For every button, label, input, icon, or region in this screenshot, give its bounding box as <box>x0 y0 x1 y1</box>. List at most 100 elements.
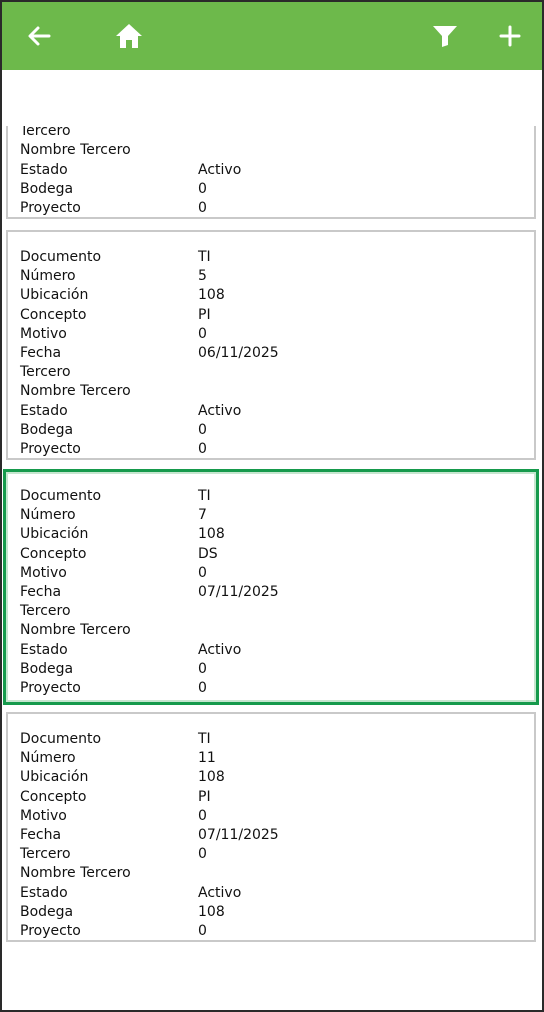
field-row-bodega: Bodega 0 <box>20 660 520 679</box>
field-value: Activo <box>198 641 242 658</box>
field-label: Proyecto <box>20 200 81 216</box>
field-value: 108 <box>198 769 225 786</box>
field-label: Tercero <box>20 846 71 863</box>
field-row-fecha: Fecha 07/11/2025 <box>20 583 520 602</box>
field-row-concepto: Concepto DS <box>20 545 520 564</box>
field-label: Fecha <box>20 345 62 361</box>
record-card[interactable]: Documento TI Número 5 Ubicación 108 Concepto PI… <box>6 230 536 460</box>
field-label: Motivo <box>20 564 67 581</box>
field-label: Concepto <box>20 788 87 805</box>
field-value: 0 <box>198 441 207 457</box>
field-label: Documento <box>20 488 102 504</box>
field-value: PI <box>198 306 211 323</box>
record-card[interactable]: Documento TI Número 7 Ubicación 108 Concepto DS… <box>3 469 539 705</box>
field-row-documento: Documento TI <box>20 487 520 506</box>
field-row-bodega: Bodega 0 <box>20 421 520 440</box>
field-row-ubicacion: Ubicación 108 <box>20 768 520 787</box>
field-value: 0 <box>198 564 207 581</box>
field-row-motivo: Motivo 0 <box>20 325 520 344</box>
field-value: 0 <box>198 846 207 863</box>
field-row-estado: Estado Activo <box>20 641 520 660</box>
field-row-nombre-tercero: Nombre Tercero <box>20 621 520 640</box>
field-value: 0 <box>198 923 207 939</box>
field-value: 108 <box>198 526 225 543</box>
filter-button[interactable] <box>425 16 465 56</box>
field-value: Activo <box>198 161 242 178</box>
back-button[interactable] <box>19 16 59 56</box>
field-value: 0 <box>198 421 207 438</box>
field-label: Número <box>20 507 76 524</box>
field-row-ubicacion: Ubicación 108 <box>20 286 520 305</box>
field-value: Activo <box>198 884 242 901</box>
field-label: Tercero <box>20 126 71 140</box>
field-value: TI <box>198 488 211 504</box>
record-list-viewport[interactable]: Documento Número Ubicación 108 Concepto DS Mot… <box>2 126 542 1010</box>
field-row-numero: Número 7 <box>20 506 520 525</box>
field-row-documento: Documento TI <box>20 730 520 749</box>
record-card[interactable]: Documento TI Número 11 Ubicación 108 Concepto P… <box>6 712 536 942</box>
field-row-bodega: Bodega 0 <box>20 180 520 199</box>
field-label: Número <box>20 268 76 285</box>
field-row-nombre-tercero: Nombre Tercero <box>20 141 520 160</box>
field-row-tercero: Tercero <box>20 602 520 621</box>
field-row-tercero: Tercero <box>20 126 520 141</box>
field-label: Nombre Tercero <box>20 142 131 159</box>
field-value: 0 <box>198 680 207 696</box>
field-label: Bodega <box>20 180 74 197</box>
field-row-tercero: Tercero <box>20 363 520 382</box>
record-card[interactable]: DocumentoNúmeroUbicación108ConceptoDSMot… <box>6 126 536 219</box>
field-row-estado: Estado Activo <box>20 402 520 421</box>
field-label: Tercero <box>20 364 71 381</box>
field-row-fecha: Fecha 07/11/2025 <box>20 826 520 845</box>
field-value: 07/11/2025 <box>198 827 279 843</box>
field-value: 0 <box>198 660 207 677</box>
field-row-nombre-tercero: Nombre Tercero <box>20 382 520 401</box>
field-value: Activo <box>198 402 242 419</box>
filter-funnel-icon <box>433 26 457 47</box>
field-value: 0 <box>198 200 207 216</box>
field-row-concepto: Concepto PI <box>20 306 520 325</box>
field-row-numero: Número 11 <box>20 749 520 768</box>
field-row-ubicacion: Ubicación 108 <box>20 525 520 544</box>
subheader-area <box>2 70 542 126</box>
field-label: Concepto <box>20 306 87 323</box>
field-value: 06/11/2025 <box>198 345 279 361</box>
field-row-estado: Estado Activo <box>20 161 520 180</box>
field-value: 0 <box>198 325 207 342</box>
field-label: Estado <box>20 161 68 178</box>
home-icon <box>116 24 142 48</box>
field-value: 5 <box>198 268 207 285</box>
field-label: Ubicación <box>20 526 89 543</box>
field-label: Estado <box>20 884 68 901</box>
field-row-concepto: Concepto PI <box>20 788 520 807</box>
field-label: Número <box>20 750 76 767</box>
field-label: Bodega <box>20 421 74 438</box>
field-value: 108 <box>198 287 225 304</box>
field-label: Bodega <box>20 903 74 920</box>
field-label: Motivo <box>20 325 67 342</box>
field-row-bodega: Bodega 108 <box>20 903 520 922</box>
field-value: 7 <box>198 507 207 524</box>
field-row-proyecto: Proyecto 0 <box>20 440 520 459</box>
field-row-tercero: Tercero 0 <box>20 845 520 864</box>
field-value: 11 <box>198 750 216 767</box>
field-value: 0 <box>198 807 207 824</box>
field-row-numero: Número 5 <box>20 267 520 286</box>
field-label: Nombre Tercero <box>20 383 131 400</box>
field-value: PI <box>198 788 211 805</box>
field-label: Documento <box>20 731 102 747</box>
home-button[interactable] <box>109 16 149 56</box>
field-label: Ubicación <box>20 769 89 786</box>
field-row-proyecto: Proyecto 0 <box>20 922 520 941</box>
top-app-bar <box>2 2 542 70</box>
field-value: 07/11/2025 <box>198 584 279 600</box>
field-value: DS <box>198 545 218 562</box>
add-button[interactable] <box>490 16 530 56</box>
field-label: Nombre Tercero <box>20 622 131 639</box>
field-label: Proyecto <box>20 441 81 457</box>
plus-icon <box>499 25 521 47</box>
field-label: Fecha <box>20 584 62 600</box>
app-window: Documento Número Ubicación 108 Concepto DS Mot… <box>0 0 544 1012</box>
field-label: Estado <box>20 641 68 658</box>
arrow-left-icon <box>28 26 51 46</box>
